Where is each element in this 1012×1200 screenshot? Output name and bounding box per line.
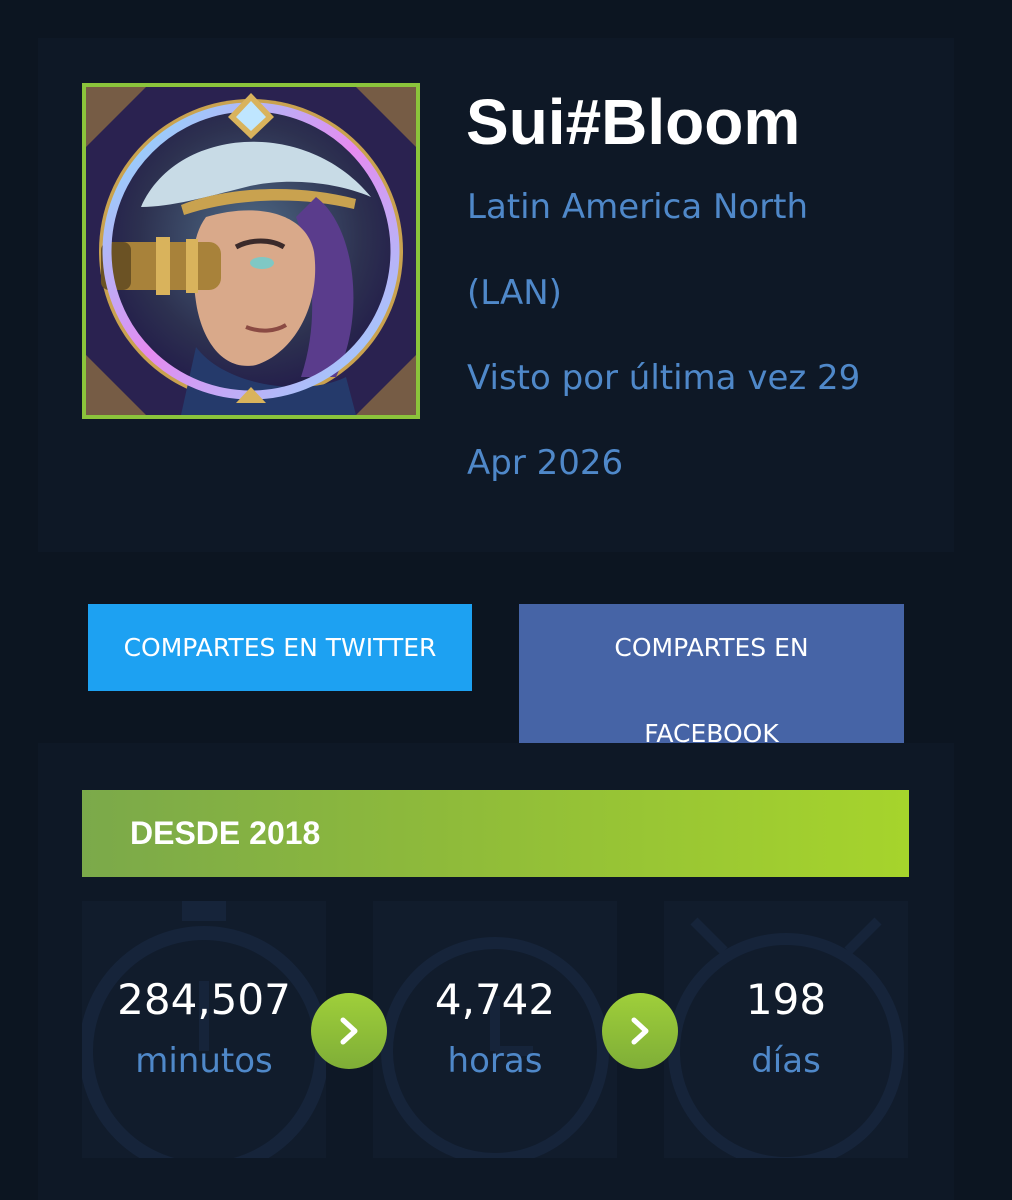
since-label: DESDE 2018 (130, 815, 321, 851)
stats-card: DESDE 2018 284,507 minutos 4,742 horas 1… (38, 743, 954, 1200)
days-unit: días (751, 1041, 821, 1081)
share-twitter-label: COMPARTES EN TWITTER (123, 633, 437, 662)
avatar (82, 83, 420, 419)
champion-portrait-icon (86, 87, 416, 415)
region-text: Latin America North (467, 187, 809, 227)
days-value: 198 (745, 975, 827, 1024)
stat-days: 198 días (664, 901, 908, 1158)
profile-card: Sui#Bloom Latin America North (LAN) Vist… (38, 38, 954, 552)
stat-hours: 4,742 horas (373, 901, 617, 1158)
chevron-right-icon (631, 1017, 649, 1045)
minutes-unit: minutos (135, 1041, 273, 1081)
share-facebook-label-line2: FACEBOOK (644, 719, 779, 743)
page: Sui#Bloom Latin America North (LAN) Vist… (0, 0, 1012, 1200)
stopwatch-icon (82, 901, 326, 1158)
convert-to-days-button[interactable] (602, 993, 678, 1069)
hours-unit: horas (447, 1041, 543, 1081)
calendar-clock-icon (668, 917, 904, 1158)
share-twitter-button[interactable]: COMPARTES EN TWITTER (88, 604, 472, 691)
last-seen-date-text: Apr 2026 (467, 443, 624, 483)
minutes-value: 284,507 (117, 975, 291, 1024)
share-facebook-label-line1: COMPARTES EN (614, 633, 809, 662)
convert-to-hours-button[interactable] (311, 993, 387, 1069)
hours-value: 4,742 (434, 975, 556, 1024)
chevron-right-icon (340, 1017, 358, 1045)
share-facebook-button[interactable]: COMPARTES EN FACEBOOK (519, 604, 904, 743)
player-name: Sui#Bloom (466, 86, 801, 158)
clock-icon (381, 937, 609, 1158)
region-code-text: (LAN) (467, 273, 562, 313)
stat-minutes: 284,507 minutos (82, 901, 326, 1158)
last-seen-text: Visto por última vez 29 (467, 358, 861, 398)
since-banner: DESDE 2018 (82, 790, 909, 877)
